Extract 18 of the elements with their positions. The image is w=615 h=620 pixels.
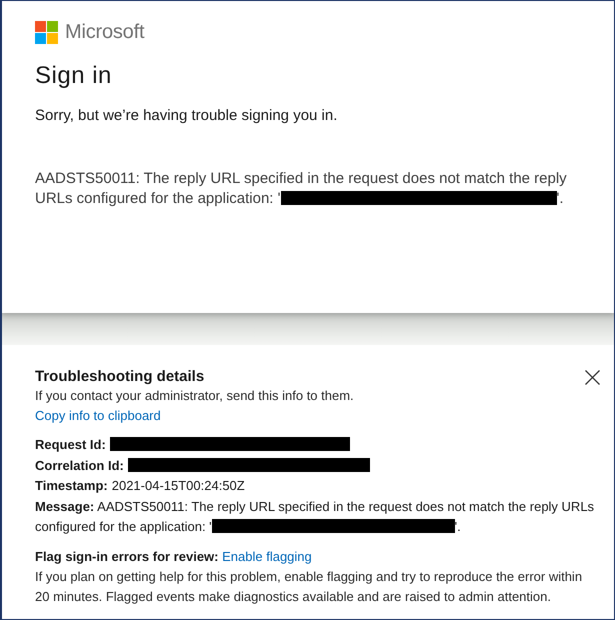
detail-label: Correlation Id: (35, 458, 124, 472)
hint-text: If you contact your administrator, send this info to them. (35, 387, 355, 405)
error-message: AADSTS50011: The reply URL specified in the request does not match the reply URLs configured for the application: ' '. (35, 169, 568, 209)
brand-name: Microsoft (65, 20, 144, 44)
close-button[interactable] (585, 370, 600, 385)
close-icon (585, 370, 600, 385)
intro-text: Sorry, but we’re having trouble signing you in. (35, 106, 338, 126)
page-heading: Sign in (35, 61, 112, 91)
detail-value: 2021-04-15T00:24:50Z (112, 478, 245, 493)
flag-line: Flag sign-in errors for review: Enable flagging (35, 548, 313, 566)
detail-label: Timestamp: (35, 478, 108, 493)
copy-info-link[interactable]: Copy info to clipboard (35, 408, 161, 423)
panel-title: Troubleshooting details (35, 368, 204, 386)
detail-label: Request Id: (35, 437, 106, 452)
logo-icon (35, 20, 58, 44)
flag-note: If you plan on getting help for this problem, enable flagging and try to reproduce the error within 20 minutes. Flagged events make diagnostics available and are raised to admin attention. (35, 568, 584, 606)
enable-flagging-link[interactable]: Enable flagging (222, 548, 312, 564)
message-text: Message: AADSTS50011: The reply URL specified in the request does not match the reply URLs configured for the application: ' '. (35, 498, 596, 536)
